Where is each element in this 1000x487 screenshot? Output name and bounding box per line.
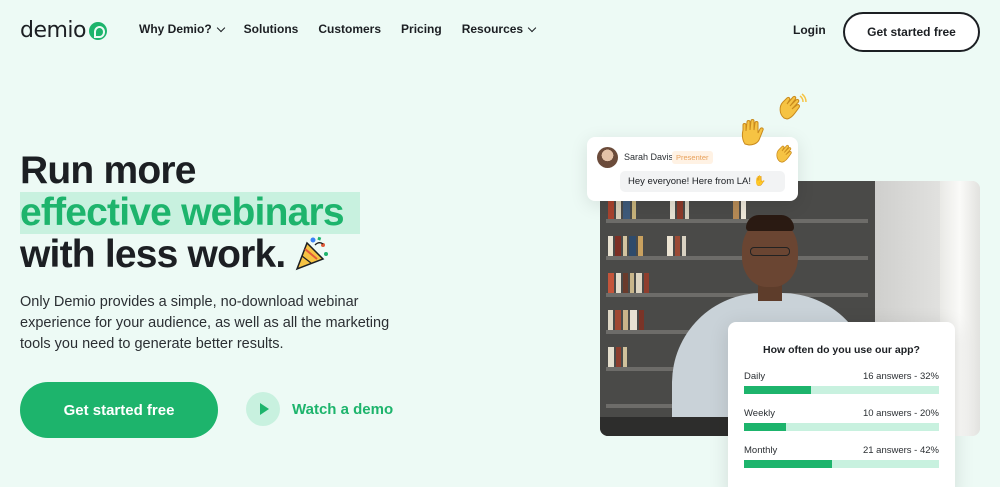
poll-bar-fill (744, 423, 786, 431)
headline-line-3: with less work. (20, 233, 286, 276)
nav-item-why-demio[interactable]: Why Demio? (139, 22, 225, 36)
nav-item-label: Resources (461, 22, 524, 36)
chevron-down-icon (527, 23, 537, 32)
nav-item-customers[interactable]: Customers (318, 22, 381, 36)
presenter-badge: Presenter (672, 151, 713, 164)
logo-mark-icon (89, 21, 108, 40)
avatar (597, 147, 618, 168)
hero-get-started-button[interactable]: Get started free (20, 382, 218, 438)
poll-option-label: Weekly (744, 408, 775, 419)
main-nav: Why Demio? Solutions Customers Pricing R… (139, 22, 537, 36)
waving-hand-icon (775, 92, 807, 129)
raised-hand-icon (737, 118, 765, 151)
chat-message-card: Sarah Davis Presenter Hey everyone! Here… (587, 137, 798, 201)
hero-headline: Run more effective webinars with less wo… (20, 150, 360, 282)
poll-bar (744, 386, 939, 394)
nav-item-label: Customers (318, 22, 382, 36)
nav-item-resources[interactable]: Resources (461, 22, 537, 36)
nav-item-label: Solutions (243, 22, 299, 36)
poll-bar (744, 460, 939, 468)
poll-bar-fill (744, 386, 812, 394)
nav-item-label: Why Demio? (139, 22, 212, 36)
poll-option-stat: 16 answers - 32% (862, 371, 939, 382)
headline-line-1: Run more (20, 149, 196, 192)
nav-item-label: Pricing (401, 22, 442, 36)
poll-option-stat: 21 answers - 42% (862, 445, 939, 456)
poll-option[interactable]: Weekly 10 answers - 20% (744, 408, 939, 431)
waving-hand-icon: ✋ (753, 176, 767, 187)
party-popper-icon (293, 235, 331, 282)
chat-message-text: Hey everyone! Here from LA! (628, 176, 752, 187)
nav-item-solutions[interactable]: Solutions (244, 22, 299, 36)
chevron-down-icon (216, 23, 225, 32)
play-icon (246, 392, 280, 426)
chat-sender-name: Sarah Davis (624, 152, 674, 162)
header-get-started-button[interactable]: Get started free (843, 12, 980, 52)
login-link[interactable]: Login (793, 23, 826, 37)
watch-demo-label: Watch a demo (292, 400, 394, 418)
chat-bubble: Hey everyone! Here from LA! ✋ (620, 171, 785, 192)
poll-option-label: Monthly (744, 445, 778, 456)
logo-text: demio (20, 18, 87, 43)
poll-card: How often do you use our app? Daily 16 a… (728, 322, 955, 487)
headline-highlight: effective webinars (20, 192, 360, 234)
poll-bar (744, 423, 939, 431)
logo[interactable]: demio (20, 18, 108, 43)
poll-option[interactable]: Daily 16 answers - 32% (744, 371, 939, 394)
poll-option[interactable]: Monthly 21 answers - 42% (744, 445, 939, 468)
poll-bar-fill (744, 460, 833, 468)
poll-option-label: Daily (744, 371, 766, 382)
hero-subcopy: Only Demio provides a simple, no-downloa… (20, 294, 390, 352)
watch-demo-button[interactable]: Watch a demo (246, 392, 393, 426)
poll-question: How often do you use our app? (763, 344, 920, 356)
nav-item-pricing[interactable]: Pricing (401, 22, 442, 36)
poll-option-stat: 10 answers - 20% (862, 408, 939, 419)
waving-hand-icon (773, 142, 797, 171)
